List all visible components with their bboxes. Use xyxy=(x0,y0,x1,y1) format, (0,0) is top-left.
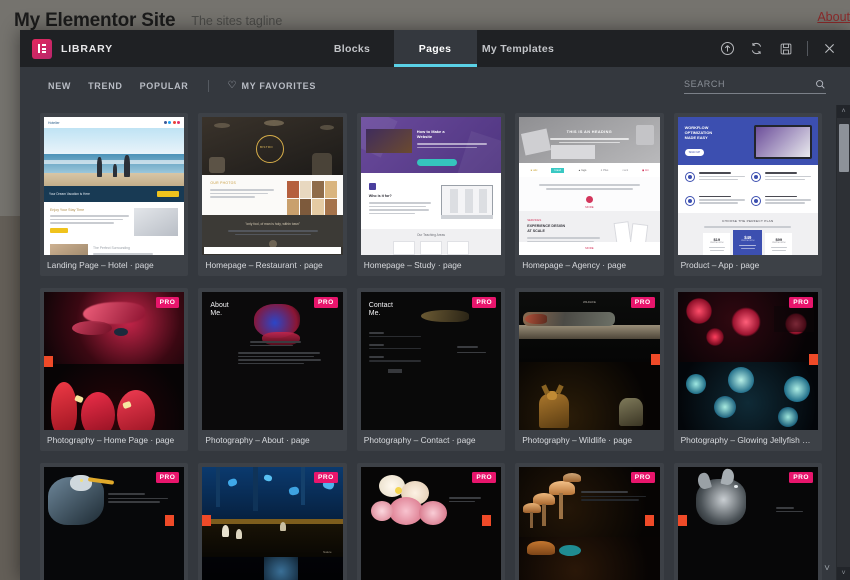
edge-marker xyxy=(808,354,818,365)
template-card[interactable]: BISTRO OUR PHOTOS "only fool, of man is … xyxy=(198,113,347,276)
template-thumbnail: PRO Contact Me. xyxy=(360,292,502,430)
filter-trend[interactable]: TREND xyxy=(88,81,123,91)
scrollbar-track[interactable] xyxy=(837,118,850,567)
scrollbar-thumb[interactable] xyxy=(838,124,849,172)
template-thumbnail: PRO xyxy=(44,467,185,580)
chevron-down-icon[interactable]: ˅ xyxy=(836,567,850,580)
arrow-up-circle-icon[interactable] xyxy=(720,41,735,56)
template-card[interactable]: WORKFLOWOPTIMIZATIONMADE EASY SIGN UP xyxy=(673,113,822,276)
template-card[interactable]: PRO About Me. Photography – About · page xyxy=(198,288,347,451)
template-thumbnail: PRO xyxy=(519,467,660,580)
template-thumbnail: PRO xyxy=(677,292,818,430)
header-divider xyxy=(807,41,808,56)
sync-icon[interactable] xyxy=(749,41,764,56)
pro-badge: PRO xyxy=(155,472,180,483)
template-card[interactable]: THIS IS AN HEADING ★ abc brand ▲ logo ✦ … xyxy=(515,113,664,276)
template-library-modal: LIBRARY Blocks Pages My Templates NEW TR… xyxy=(20,30,850,580)
template-card[interactable]: PRO Contact Me. Photography – Contact · … xyxy=(356,288,506,451)
pro-badge: PRO xyxy=(630,297,655,308)
template-card[interactable]: How to Make a Website Who is it for? Our… xyxy=(356,113,506,276)
template-card-label: Photography – Glowing Jellyfish … xyxy=(680,435,811,445)
template-thumbnail: PRO xyxy=(360,467,502,580)
template-card-label: Homepage – Study · page xyxy=(363,260,462,270)
template-card[interactable]: PRO WILDLIFE Photography – Wildlife · pa… xyxy=(515,288,664,451)
modal-header: LIBRARY Blocks Pages My Templates xyxy=(20,30,850,67)
template-card-label: Photography – About · page xyxy=(205,435,310,445)
template-thumbnail: BISTRO OUR PHOTOS "only fool, of man is … xyxy=(202,117,343,255)
site-title: My Elementor Site xyxy=(14,10,176,31)
tab-my-templates[interactable]: My Templates xyxy=(477,30,560,67)
template-card-label: Photography – Wildlife · page xyxy=(522,435,633,445)
pro-badge: PRO xyxy=(630,472,655,483)
template-thumbnail: PRO xyxy=(202,467,343,580)
template-thumbnail: PRO xyxy=(44,292,185,430)
template-card[interactable]: PRO xyxy=(40,288,189,451)
heart-icon: ♡ xyxy=(227,80,237,91)
tab-pages[interactable]: Pages xyxy=(393,30,477,67)
filter-group: NEW TREND POPULAR ♡ MY FAVORITES xyxy=(48,80,316,92)
pro-badge: PRO xyxy=(314,472,338,483)
site-tagline: The sites tagline xyxy=(191,14,283,28)
filter-popular[interactable]: POPULAR xyxy=(140,81,189,91)
edge-marker xyxy=(644,515,654,526)
search-icon[interactable] xyxy=(815,79,826,90)
filter-my-favorites-label: MY FAVORITES xyxy=(241,81,317,91)
pro-badge: PRO xyxy=(314,297,338,308)
tab-blocks[interactable]: Blocks xyxy=(311,30,394,67)
template-card[interactable]: PRO xyxy=(356,463,506,580)
edge-marker xyxy=(650,354,660,365)
template-card[interactable]: Hotelier Your Dream Vacation is Here Enj… xyxy=(40,113,189,276)
template-card[interactable]: PRO xyxy=(40,463,189,580)
site-nav-item-about[interactable]: About xyxy=(817,10,850,24)
template-card-label: Photography – Contact · page xyxy=(363,435,476,445)
filter-divider xyxy=(207,80,209,92)
template-card-label: Landing Page – Hotel · page xyxy=(47,260,154,270)
site-nav: About xyxy=(817,10,850,24)
modal-header-actions xyxy=(720,30,850,67)
chevron-down-icon[interactable]: ˅ xyxy=(824,563,830,574)
search-input[interactable] xyxy=(684,79,815,89)
search-field[interactable] xyxy=(684,79,826,94)
template-card-label: Homepage – Agency · page xyxy=(522,260,627,270)
pro-badge: PRO xyxy=(472,472,497,483)
edge-marker xyxy=(44,356,53,367)
close-icon[interactable] xyxy=(822,41,837,56)
template-thumbnail: THIS IS AN HEADING ★ abc brand ▲ logo ✦ … xyxy=(519,117,660,255)
template-card-label: Photography – Home Page · page xyxy=(47,435,175,445)
pro-badge: PRO xyxy=(155,297,180,308)
pro-badge: PRO xyxy=(789,472,813,483)
edge-marker xyxy=(202,515,212,526)
edge-marker xyxy=(165,515,175,526)
edge-marker xyxy=(482,515,492,526)
template-card[interactable]: PRO xyxy=(673,288,822,451)
filter-new[interactable]: NEW xyxy=(48,81,71,91)
template-card-label: Product – App · page xyxy=(680,260,760,270)
template-thumbnail: PRO About Me. xyxy=(202,292,343,430)
chevron-up-icon[interactable]: ˄ xyxy=(836,105,850,118)
template-thumbnail: Hotelier Your Dream Vacation is Here Enj… xyxy=(44,117,185,255)
template-card[interactable]: PRO xyxy=(673,463,822,580)
template-grid-scroll-area[interactable]: Hotelier Your Dream Vacation is Here Enj… xyxy=(20,105,836,580)
pro-badge: PRO xyxy=(789,297,813,308)
template-thumbnail: WORKFLOWOPTIMIZATIONMADE EASY SIGN UP xyxy=(677,117,818,255)
template-card[interactable]: PRO xyxy=(198,463,347,580)
filter-my-favorites[interactable]: ♡ MY FAVORITES xyxy=(227,80,317,92)
template-card[interactable]: PRO xyxy=(515,463,664,580)
template-thumbnail: PRO WILDLIFE xyxy=(519,292,660,430)
template-card-label: Homepage – Restaurant · page xyxy=(205,260,323,270)
floppy-disk-icon[interactable] xyxy=(778,41,793,56)
scrollbar[interactable]: ˄ ˅ xyxy=(836,105,850,580)
library-toolbar: NEW TREND POPULAR ♡ MY FAVORITES xyxy=(20,67,850,105)
template-thumbnail: PRO xyxy=(677,467,818,580)
template-thumbnail: How to Make a Website Who is it for? Our… xyxy=(360,117,502,255)
edge-marker xyxy=(677,515,687,526)
template-grid: Hotelier Your Dream Vacation is Here Enj… xyxy=(40,113,822,580)
library-body: Hotelier Your Dream Vacation is Here Enj… xyxy=(20,105,850,580)
pro-badge: PRO xyxy=(472,297,497,308)
